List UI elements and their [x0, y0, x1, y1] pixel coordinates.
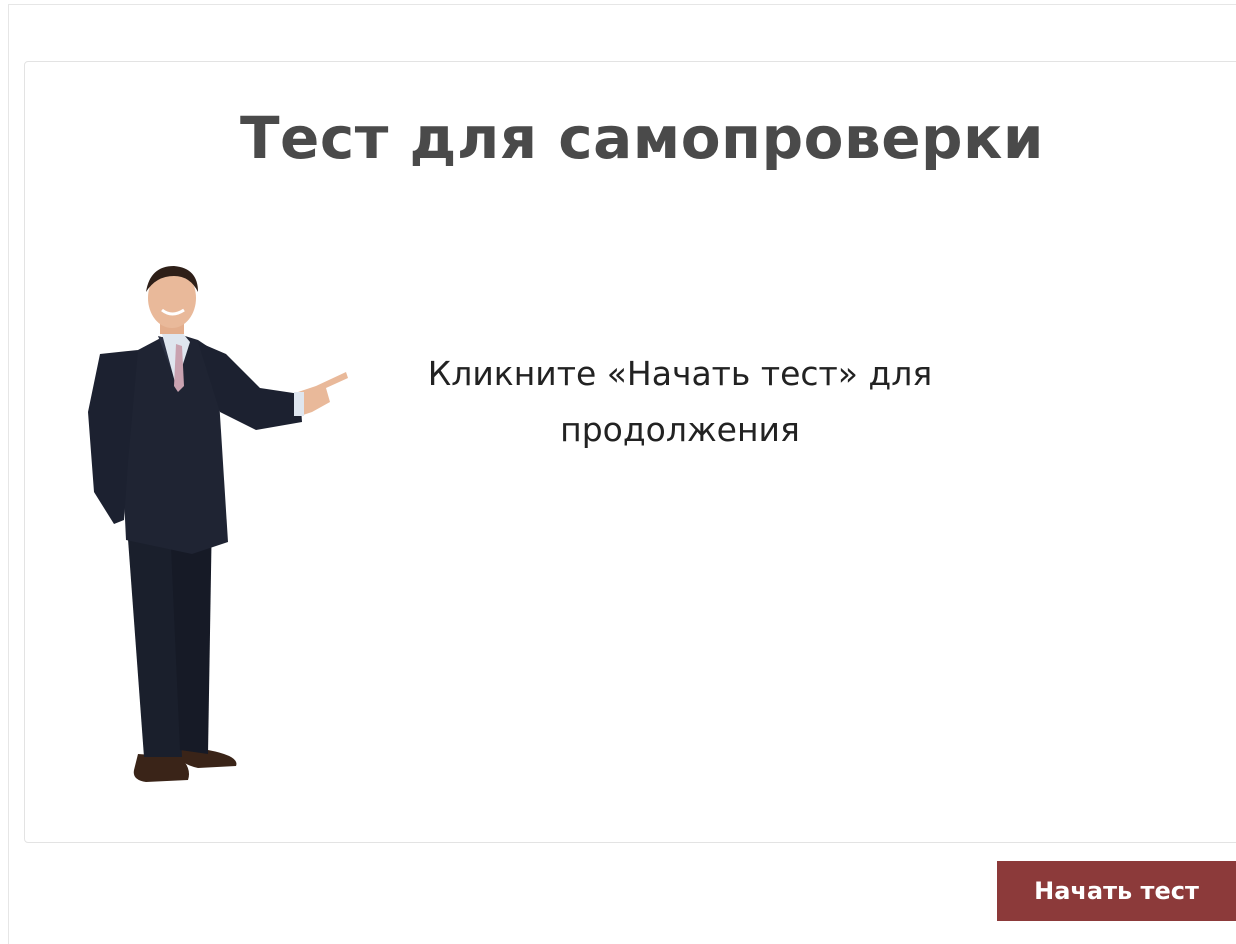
slide-title: Тест для самопроверки — [239, 104, 1045, 172]
start-test-button[interactable]: Начать тест — [997, 861, 1236, 921]
head — [146, 266, 198, 334]
jacket — [88, 332, 302, 554]
instruction-text: Кликните «Начать тест» для продолжения — [427, 354, 933, 450]
presenter-illustration — [88, 266, 348, 782]
pointing-hand — [294, 372, 348, 416]
